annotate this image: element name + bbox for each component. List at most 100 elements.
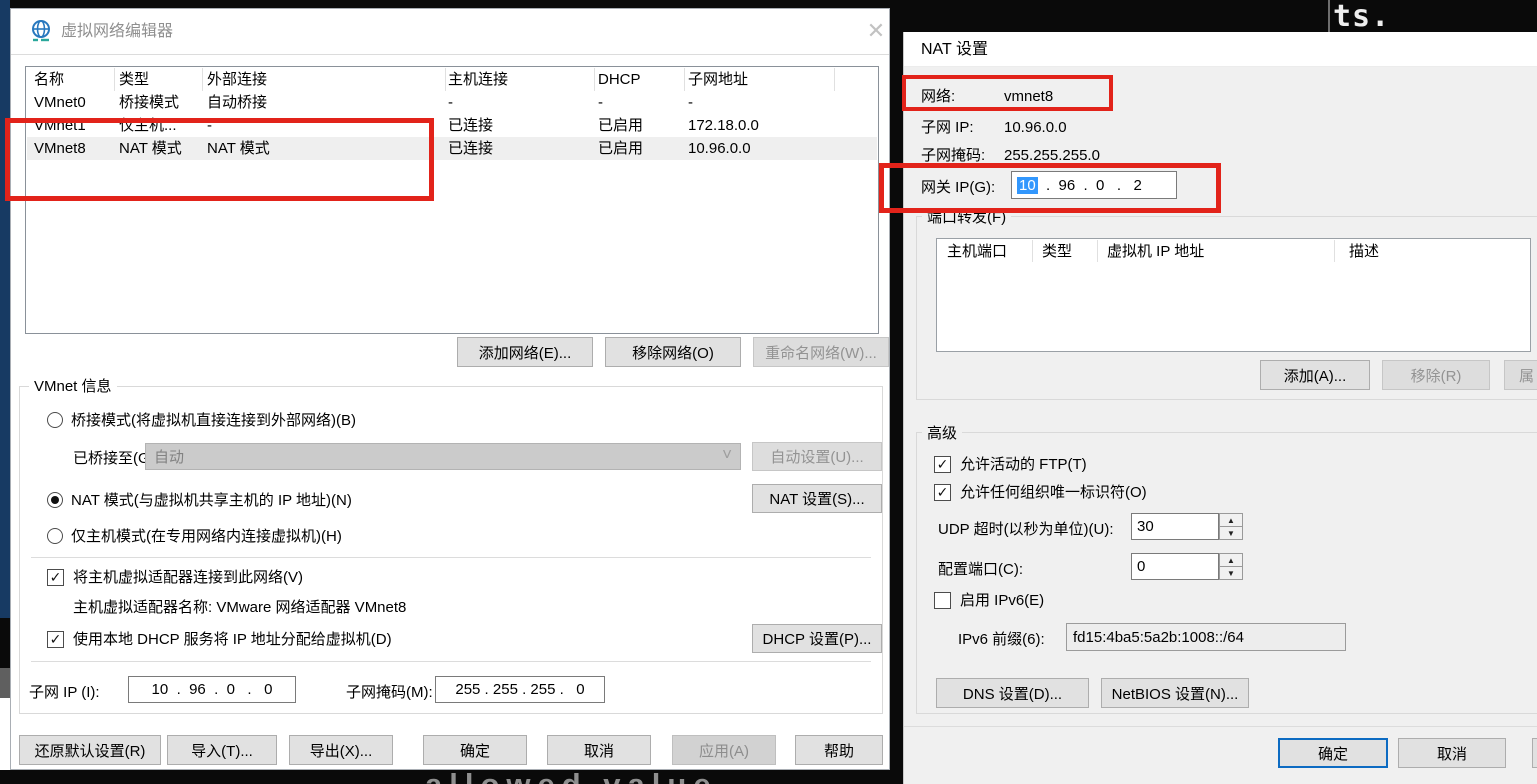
remove-network-button[interactable]: 移除网络(O) <box>605 337 741 367</box>
col-header-type[interactable]: 类型 <box>119 70 149 89</box>
col-header-name[interactable]: 名称 <box>34 70 64 89</box>
check-icon: ✓ <box>937 456 949 473</box>
pf-col-host-port[interactable]: 主机端口 <box>947 242 1007 261</box>
table-row-vmnet0[interactable]: VMnet0 桥接模式 自动桥接 - - - <box>27 91 877 114</box>
subnet-ip-label: 子网 IP (I): <box>29 683 100 702</box>
bridged-radio[interactable] <box>47 412 63 428</box>
nat-mode-radio-label: NAT 模式(与虚拟机共享主机的 IP 地址)(N) <box>71 491 352 510</box>
annotation-vmnet8-row <box>5 118 434 201</box>
subnet-mask-input[interactable]: 255 . 255 . 255 . 0 <box>435 676 605 703</box>
annotation-gateway-field <box>879 163 1221 213</box>
nat-settings-window: NAT 设置 网络: vmnet8 子网 IP: 10.96.0.0 子网掩码:… <box>903 32 1537 784</box>
restore-defaults-button[interactable]: 还原默认设置(R) <box>19 735 161 765</box>
active-ftp-checkbox[interactable]: ✓ <box>934 456 951 473</box>
nat-mode-radio[interactable] <box>47 492 63 508</box>
pf-col-description[interactable]: 描述 <box>1349 242 1379 261</box>
col-divider <box>1097 240 1098 262</box>
nat-ok-button[interactable]: 确定 <box>1278 738 1388 768</box>
side-strip-white <box>0 698 10 770</box>
cell-host: 已连接 <box>448 139 493 158</box>
udp-spin-down[interactable]: ▼ <box>1219 526 1243 540</box>
subnet-ip-input[interactable]: 10 . 96 . 0 . 0 <box>128 676 296 703</box>
oui-label: 允许任何组织唯一标识符(O) <box>960 483 1147 502</box>
host-adapter-checkbox-label: 将主机虚拟适配器连接到此网络(V) <box>73 568 303 587</box>
col-divider <box>1032 240 1033 262</box>
nat-clipped-button[interactable] <box>1532 738 1537 768</box>
close-icon[interactable]: ✕ <box>863 18 889 44</box>
active-ftp-label: 允许活动的 FTP(T) <box>960 455 1087 474</box>
terminal-divider <box>1328 0 1330 32</box>
section-divider <box>31 557 871 558</box>
host-adapter-checkbox[interactable]: ✓ <box>47 569 64 586</box>
col-divider <box>202 68 203 91</box>
cancel-button[interactable]: 取消 <box>547 735 651 765</box>
side-strip-gray <box>0 668 10 698</box>
ipv6-checkbox[interactable] <box>934 592 951 609</box>
config-port-label: 配置端口(C): <box>938 560 1023 579</box>
titlebar-divider <box>11 54 889 55</box>
ok-button[interactable]: 确定 <box>423 735 527 765</box>
bridged-radio-label: 桥接模式(将虚拟机直接连接到外部网络)(B) <box>71 411 356 430</box>
pf-properties-button[interactable]: 属 <box>1504 360 1537 390</box>
pf-add-button[interactable]: 添加(A)... <box>1260 360 1370 390</box>
nat-titlebar: NAT 设置 <box>904 32 1537 67</box>
dhcp-settings-button[interactable]: DHCP 设置(P)... <box>752 624 882 653</box>
udp-timeout-value: 30 <box>1137 518 1154 535</box>
ipv6-prefix-input[interactable]: fd15:4ba5:5a2b:1008::/64 <box>1066 623 1346 651</box>
cell-external: 自动桥接 <box>207 93 267 112</box>
bridged-to-dropdown[interactable]: 自动 ˅ <box>145 443 741 470</box>
subnet-mask-label: 子网掩码(M): <box>346 683 433 702</box>
import-button[interactable]: 导入(T)... <box>167 735 277 765</box>
pf-remove-button[interactable]: 移除(R) <box>1382 360 1490 390</box>
config-port-input[interactable]: 0 <box>1131 553 1219 580</box>
cell-dhcp: 已启用 <box>598 116 643 135</box>
ipv6-prefix-value: fd15:4ba5:5a2b:1008::/64 <box>1073 629 1244 646</box>
vne-titlebar: 虚拟网络编辑器 ✕ <box>11 9 889 55</box>
dns-settings-button[interactable]: DNS 设置(D)... <box>936 678 1089 708</box>
dhcp-checkbox-label: 使用本地 DHCP 服务将 IP 地址分配给虚拟机(D) <box>73 630 392 649</box>
export-button[interactable]: 导出(X)... <box>289 735 393 765</box>
port-forwarding-table: 主机端口 类型 虚拟机 IP 地址 描述 <box>936 238 1531 352</box>
col-header-subnet[interactable]: 子网地址 <box>688 70 748 89</box>
side-strip-navy <box>0 0 10 618</box>
nat-settings-button[interactable]: NAT 设置(S)... <box>752 484 882 513</box>
col-divider <box>834 68 835 91</box>
help-button[interactable]: 帮助 <box>795 735 883 765</box>
ipv6-prefix-label: IPv6 前缀(6): <box>958 630 1045 649</box>
section-divider <box>31 661 871 662</box>
col-divider <box>594 68 595 91</box>
rename-network-button[interactable]: 重命名网络(W)... <box>753 337 889 367</box>
ipv6-checkbox-label: 启用 IPv6(E) <box>960 591 1044 610</box>
nat-cancel-button[interactable]: 取消 <box>1398 738 1506 768</box>
subnet-mask-value: 255 . 255 . 255 . 0 <box>455 681 584 698</box>
oui-checkbox[interactable]: ✓ <box>934 484 951 501</box>
config-port-spin-down[interactable]: ▼ <box>1219 566 1243 580</box>
netbios-settings-button[interactable]: NetBIOS 设置(N)... <box>1101 678 1249 708</box>
cell-host: - <box>448 93 453 112</box>
col-divider <box>445 68 446 91</box>
dhcp-checkbox[interactable]: ✓ <box>47 631 64 648</box>
udp-spin-up[interactable]: ▲ <box>1219 513 1243 527</box>
advanced-group-label: 高级 <box>922 424 962 443</box>
add-network-button[interactable]: 添加网络(E)... <box>457 337 593 367</box>
chevron-down-icon: ˅ <box>722 445 732 465</box>
footer-divider <box>904 726 1537 727</box>
hostonly-radio[interactable] <box>47 528 63 544</box>
udp-timeout-input[interactable]: 30 <box>1131 513 1219 540</box>
col-header-dhcp[interactable]: DHCP <box>598 70 641 89</box>
vmnet-info-group <box>19 386 883 714</box>
auto-settings-button[interactable]: 自动设置(U)... <box>752 442 882 471</box>
pf-col-type[interactable]: 类型 <box>1042 242 1072 261</box>
apply-button[interactable]: 应用(A) <box>672 735 776 765</box>
desktop-screen: ts. Implies allowed value 虚拟网络编辑器 ✕ 名称 <box>0 0 1537 784</box>
config-port-spin-up[interactable]: ▲ <box>1219 553 1243 567</box>
nat-subnet-ip-label: 子网 IP: <box>921 118 974 137</box>
pf-col-vm-ip[interactable]: 虚拟机 IP 地址 <box>1107 242 1204 261</box>
col-header-external[interactable]: 外部连接 <box>207 70 267 89</box>
check-icon: ✓ <box>937 484 949 501</box>
cell-name: VMnet0 <box>34 93 86 112</box>
vmnet-info-group-label: VMnet 信息 <box>29 377 117 396</box>
adapter-name-text: 主机虚拟适配器名称: VMware 网络适配器 VMnet8 <box>73 598 406 617</box>
nat-subnet-ip-value: 10.96.0.0 <box>1004 118 1067 137</box>
col-header-host[interactable]: 主机连接 <box>448 70 508 89</box>
